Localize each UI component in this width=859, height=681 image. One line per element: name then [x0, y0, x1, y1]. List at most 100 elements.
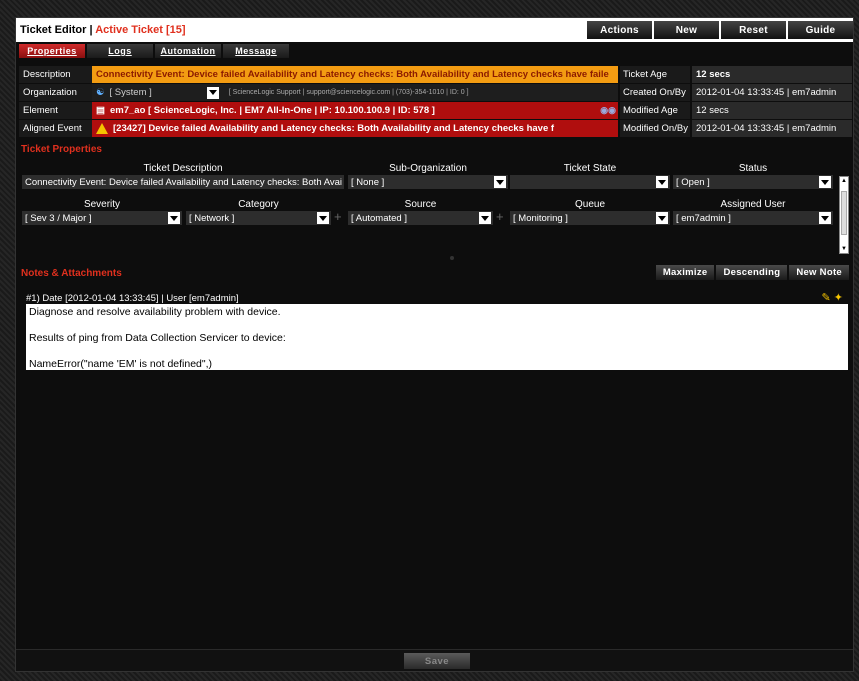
category-select[interactable]: [ Network ] — [186, 211, 331, 225]
save-button[interactable]: Save — [404, 653, 470, 669]
ticket-properties-panel: Ticket Description Connectivity Event: D… — [22, 163, 842, 245]
aligned-event-label: Aligned Event — [19, 120, 92, 137]
ticket-info: Description Connectivity Event: Device f… — [19, 66, 852, 138]
chevron-down-icon[interactable] — [317, 212, 329, 224]
queue-value: [ Monitoring ] — [513, 212, 568, 224]
tab-message[interactable]: Message — [223, 44, 289, 58]
sub-organization-cell: Sub-Organization [ None ] — [348, 163, 508, 189]
organization-label: Organization — [19, 84, 92, 101]
tab-automation-label: Automation — [160, 46, 216, 56]
attach-icon[interactable]: ✦ — [834, 292, 843, 304]
new-button[interactable]: New — [654, 21, 719, 39]
severity-value: [ Sev 3 / Major ] — [25, 212, 92, 224]
tab-logs[interactable]: Logs — [87, 44, 153, 58]
edit-note-icon[interactable]: ✎ — [822, 292, 831, 304]
modified-age-value: 12 secs — [692, 102, 852, 119]
status-cell: Status [ Open ] — [673, 163, 833, 189]
modified-value: 2012-01-04 13:33:45 | em7admin — [692, 120, 852, 137]
window-title: Ticket Editor | Active Ticket [15] — [16, 24, 186, 36]
severity-cell: Severity [ Sev 3 / Major ] — [22, 199, 182, 225]
sub-organization-select[interactable]: [ None ] — [348, 175, 508, 189]
warning-icon — [96, 123, 108, 134]
chevron-down-icon[interactable] — [168, 212, 180, 224]
source-cell: Source [ Automated ] — [348, 199, 493, 225]
aligned-event-value[interactable]: [23427] Device failed Availability and L… — [92, 120, 618, 137]
status-select[interactable]: [ Open ] — [673, 175, 833, 189]
ticket-state-cell: Ticket State — [510, 163, 670, 189]
info-row-element: Element ▤ em7_ao [ ScienceLogic, Inc. | … — [19, 102, 852, 119]
chevron-down-icon[interactable] — [656, 176, 668, 188]
note-line: Diagnose and resolve availability proble… — [29, 306, 281, 318]
queue-label: Queue — [574, 199, 606, 210]
modified-label: Modified On/By — [620, 120, 690, 137]
reset-button[interactable]: Reset — [721, 21, 786, 39]
description-label: Description — [19, 66, 92, 83]
chevron-down-icon[interactable] — [494, 176, 506, 188]
ticket-age-label: Ticket Age — [620, 66, 690, 83]
organization-dropdown-icon[interactable] — [206, 86, 219, 99]
ticket-editor-window: Ticket Editor | Active Ticket [15] Actio… — [15, 17, 854, 672]
descending-button[interactable]: Descending — [716, 265, 788, 280]
add-source-icon[interactable]: + — [496, 209, 504, 224]
properties-scrollbar[interactable]: ▲ ▼ — [839, 176, 849, 254]
description-value[interactable]: Connectivity Event: Device failed Availa… — [92, 66, 618, 83]
scrollbar-thumb[interactable] — [841, 191, 847, 235]
ticket-description-cell: Ticket Description Connectivity Event: D… — [22, 163, 344, 189]
note-line: NameError("name 'EM' is not defined",) — [29, 358, 213, 370]
ticket-description-input[interactable]: Connectivity Event: Device failed Availa… — [22, 175, 344, 189]
chevron-down-icon[interactable] — [819, 212, 831, 224]
actions-button[interactable]: Actions — [587, 21, 652, 39]
organization-icon: ☯ — [96, 87, 105, 98]
organization-detail: [ ScienceLogic Support | support@science… — [228, 89, 469, 96]
modified-age-label: Modified Age — [620, 102, 690, 119]
info-row-aligned-event: Aligned Event [23427] Device failed Avai… — [19, 120, 852, 137]
tab-message-label: Message — [235, 46, 277, 56]
notes-toolbar: Maximize Descending New Note — [654, 265, 849, 280]
category-label: Category — [238, 199, 279, 210]
note-entry-header: #1) Date [2012-01-04 13:33:45] | User [e… — [26, 293, 239, 304]
scroll-down-icon[interactable]: ▼ — [841, 246, 847, 252]
chevron-down-icon[interactable] — [819, 176, 831, 188]
tab-properties[interactable]: Properties — [19, 44, 85, 58]
queue-select[interactable]: [ Monitoring ] — [510, 211, 670, 225]
severity-select[interactable]: [ Sev 3 / Major ] — [22, 211, 182, 225]
tab-bar: Properties Logs Automation Message — [16, 42, 853, 60]
note-body[interactable]: Diagnose and resolve availability proble… — [26, 304, 848, 370]
chevron-down-icon[interactable] — [479, 212, 491, 224]
ticket-properties-heading: Ticket Properties — [21, 143, 102, 155]
source-select[interactable]: [ Automated ] — [348, 211, 493, 225]
guide-button[interactable]: Guide — [788, 21, 853, 39]
organization-value[interactable]: ☯ [ System ] [ ScienceLogic Support | su… — [92, 84, 618, 101]
ticket-description-label: Ticket Description — [143, 163, 223, 174]
window-title-text: Ticket Editor — [20, 24, 87, 36]
scroll-up-icon[interactable]: ▲ — [841, 178, 847, 184]
note-line — [29, 345, 845, 358]
aligned-event-text: [23427] Device failed Availability and L… — [113, 123, 555, 134]
chevron-down-icon[interactable] — [656, 212, 668, 224]
info-row-description: Description Connectivity Event: Device f… — [19, 66, 852, 83]
info-row-organization: Organization ☯ [ System ] [ ScienceLogic… — [19, 84, 852, 101]
tab-automation[interactable]: Automation — [155, 44, 221, 58]
ticket-state-select[interactable] — [510, 175, 670, 189]
queue-cell: Queue [ Monitoring ] — [510, 199, 670, 225]
severity-label: Severity — [83, 199, 121, 210]
source-value: [ Automated ] — [351, 212, 407, 224]
element-value[interactable]: ▤ em7_ao [ ScienceLogic, Inc. | EM7 All-… — [92, 102, 618, 119]
status-label: Status — [738, 163, 768, 174]
splitter-handle[interactable] — [450, 256, 454, 260]
tab-logs-label: Logs — [108, 46, 132, 56]
category-value: [ Network ] — [189, 212, 235, 224]
assigned-user-select[interactable]: [ em7admin ] — [673, 211, 833, 225]
note-tools: ✎ ✦ — [822, 291, 844, 304]
title-bar: Ticket Editor | Active Ticket [15] Actio… — [16, 18, 853, 42]
assigned-user-label: Assigned User — [720, 199, 786, 210]
new-note-button[interactable]: New Note — [789, 265, 849, 280]
add-category-icon[interactable]: + — [334, 209, 342, 224]
binoculars-icon[interactable]: ◉◉ — [600, 105, 616, 116]
assigned-user-cell: Assigned User [ em7admin ] — [673, 199, 833, 225]
maximize-button[interactable]: Maximize — [655, 265, 715, 280]
sub-organization-value: [ None ] — [351, 176, 385, 188]
created-label: Created On/By — [620, 84, 690, 101]
element-text: em7_ao [ ScienceLogic, Inc. | EM7 All-In… — [109, 105, 435, 116]
header-actions: Actions New Reset Guide — [585, 18, 853, 42]
